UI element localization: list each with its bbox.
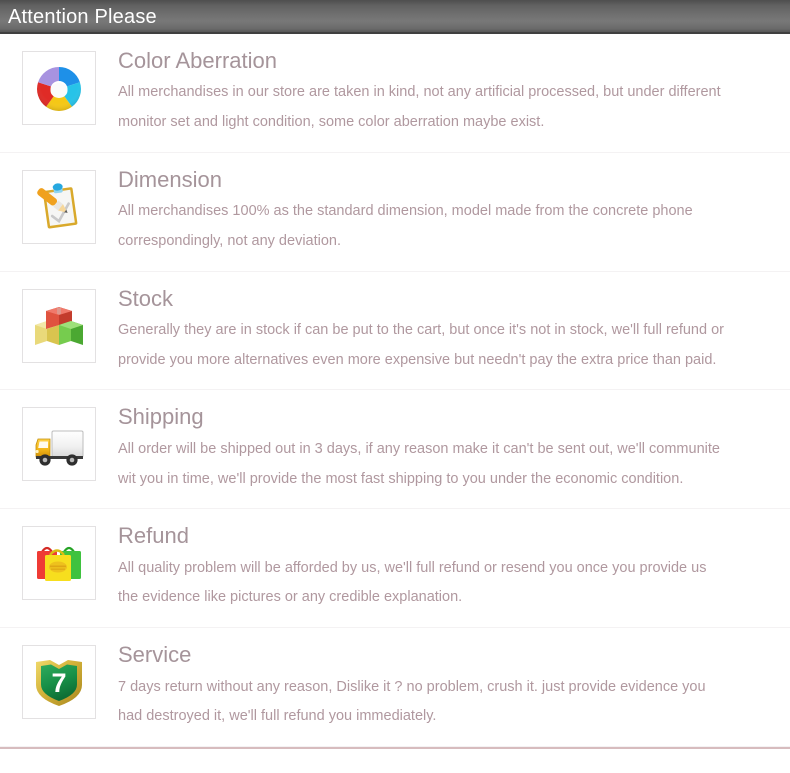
page-title: Attention Please (8, 6, 157, 28)
desc-line: All merchandises 100% as the standard di… (118, 203, 693, 220)
section-refund: Refund All quality problem will be affor… (0, 509, 790, 629)
section-body: Service 7 days return without any reason… (96, 642, 790, 732)
clipboard-pencil-icon (31, 179, 87, 235)
delivery-truck-icon-frame (22, 407, 96, 482)
section-service: 7 Service 7 days return without any reas… (0, 628, 790, 747)
section-dimension: Dimension All merchandises 100% as the s… (0, 153, 790, 272)
desc-line: wit you in time, we'll provide the most … (118, 470, 684, 487)
header-bar: Attention Please (0, 0, 790, 34)
section-description: 7 days return without any reason, Dislik… (118, 673, 790, 732)
section-body: Shipping All order will be shipped out i… (96, 404, 790, 494)
shopping-bags-icon (31, 535, 87, 591)
section-body: Refund All quality problem will be affor… (96, 523, 790, 613)
boxes-icon-frame (22, 288, 96, 363)
section-title: Service (118, 642, 192, 668)
desc-line: All order will be shipped out in 3 days,… (118, 440, 720, 457)
color-wheel-icon-frame (22, 51, 96, 125)
section-description: All order will be shipped out in 3 days,… (118, 435, 790, 494)
delivery-truck-icon (30, 415, 88, 473)
clipboard-pencil-icon-frame (22, 169, 96, 244)
section-shipping: Shipping All order will be shipped out i… (0, 390, 790, 510)
section-body: Stock Generally they are in stock if can… (96, 286, 790, 376)
section-title: Refund (118, 523, 189, 549)
section-description: All merchandises 100% as the standard di… (118, 197, 790, 256)
attention-sections-list: Color Aberration All merchandises in our… (0, 34, 790, 747)
desc-line: provide you more alternatives even more … (118, 351, 717, 368)
shield-seven-icon: 7 (30, 653, 88, 711)
section-description: All merchandises in our store are taken … (118, 78, 790, 137)
desc-line: correspondingly, not any deviation. (118, 232, 342, 249)
desc-line: monitor set and light condition, some co… (118, 114, 545, 131)
desc-line: 7 days return without any reason, Dislik… (118, 678, 706, 695)
section-title: Dimension (118, 166, 222, 192)
desc-line: the evidence like pictures or any credib… (118, 589, 463, 606)
section-title: Stock (118, 285, 174, 311)
svg-text:7: 7 (51, 668, 66, 698)
section-body: Dimension All merchandises 100% as the s… (96, 167, 790, 257)
section-body: Color Aberration All merchandises in our… (96, 48, 790, 138)
desc-line: All merchandises in our store are taken … (118, 84, 721, 101)
section-title: Color Aberration (118, 48, 277, 73)
desc-line: All quality problem will be afforded by … (118, 559, 707, 576)
section-color-aberration: Color Aberration All merchandises in our… (0, 34, 790, 153)
bottom-accent-rule (0, 746, 790, 749)
desc-line: had destroyed it, we'll full refund you … (118, 708, 437, 725)
color-wheel-icon (29, 58, 89, 118)
boxes-icon (30, 297, 88, 355)
section-title: Shipping (118, 404, 204, 430)
section-description: All quality problem will be afforded by … (118, 554, 790, 613)
shopping-bags-icon-frame (22, 526, 96, 601)
section-stock: Stock Generally they are in stock if can… (0, 272, 790, 391)
shield-seven-icon-frame: 7 (22, 645, 96, 720)
section-description: Generally they are in stock if can be pu… (118, 316, 790, 375)
desc-line: Generally they are in stock if can be pu… (118, 322, 724, 339)
